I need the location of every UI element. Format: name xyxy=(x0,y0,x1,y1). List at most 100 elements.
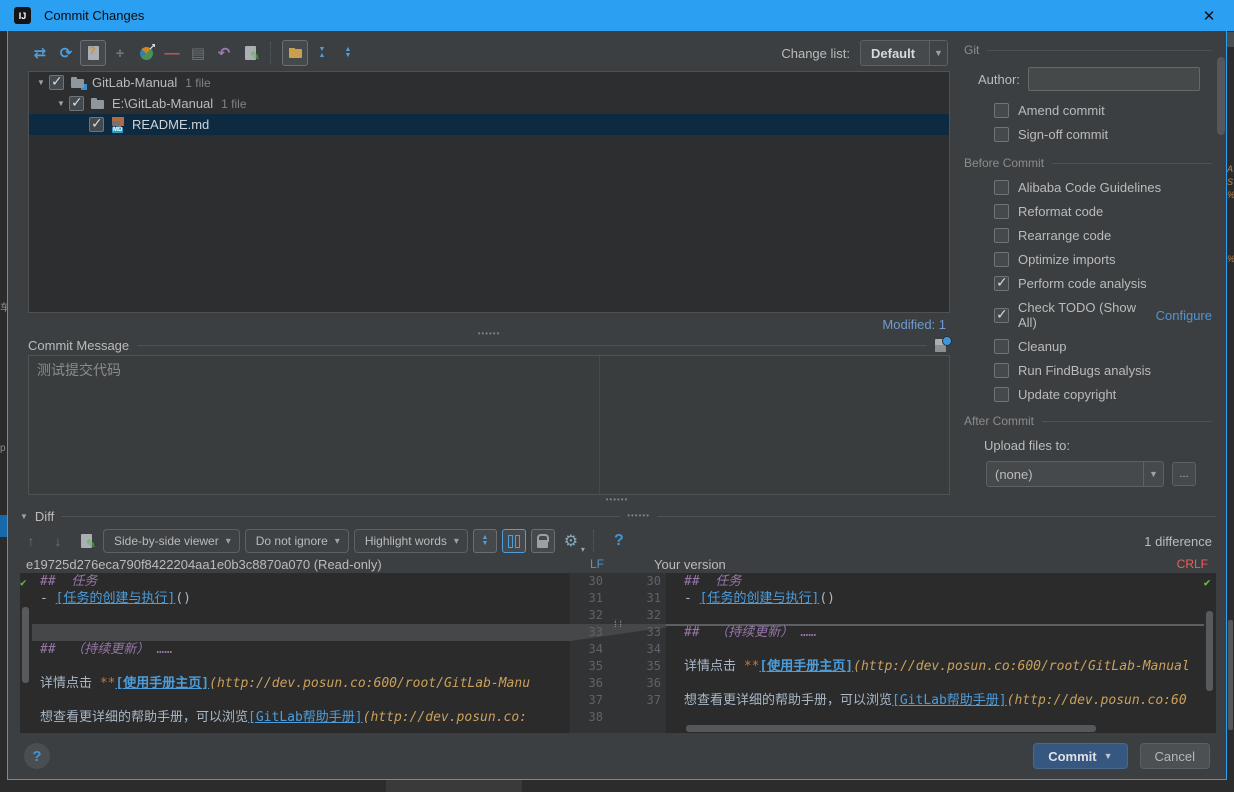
scrollbar-thumb[interactable] xyxy=(1206,611,1213,691)
chevron-down-icon[interactable]: ▼ xyxy=(1143,462,1163,486)
option-checkbox[interactable] xyxy=(994,127,1009,142)
viewer-mode-dropdown[interactable]: Side-by-side viewer xyxy=(103,529,240,553)
option-checkbox[interactable] xyxy=(994,276,1009,291)
lock-icon[interactable] xyxy=(531,529,555,553)
collapse-arrow-icon[interactable]: ▼ xyxy=(20,512,28,521)
left-diff-pane[interactable]: ## 任务- [任务的创建与执行]()## （持续更新） ……详情点击 **[使… xyxy=(32,573,570,733)
before-commit-options: Alibaba Code GuidelinesReformat codeRear… xyxy=(994,180,1212,402)
option-checkbox[interactable] xyxy=(994,180,1009,195)
tree-row[interactable]: GitLab-Manual1 file xyxy=(29,72,949,93)
horizontal-scrollbar[interactable] xyxy=(686,725,1096,732)
tree-item-label: GitLab-Manual xyxy=(92,75,177,90)
chevron-down-icon[interactable]: ▼ xyxy=(929,41,947,65)
commit-button[interactable]: Commit ▼ xyxy=(1033,743,1127,769)
diff-section-header[interactable]: ▼ Diff •••••• xyxy=(20,505,1216,527)
tree-item-label: README.md xyxy=(132,117,209,132)
jump-to-source-icon[interactable] xyxy=(74,529,98,553)
commit-history-icon[interactable] xyxy=(935,338,950,353)
option-checkbox[interactable] xyxy=(994,339,1009,354)
collapse-unchanged-icon[interactable] xyxy=(473,529,497,553)
option-label: Amend commit xyxy=(1018,103,1105,118)
code-segment: (http://dev.posun.co:600/root/GitLab-Man… xyxy=(853,659,1190,674)
expand-all-icon[interactable] xyxy=(310,41,334,65)
line-number: 31 xyxy=(570,590,608,607)
option-checkbox[interactable] xyxy=(994,363,1009,378)
settings-gear-icon[interactable] xyxy=(560,530,582,552)
diff-splitter[interactable]: •••••• xyxy=(8,495,1226,505)
upload-target-value: (none) xyxy=(987,467,1143,482)
edit-source-icon[interactable] xyxy=(238,41,262,65)
diff-gutter: 303132333435363738 3031323334353637 ⁞⁞ xyxy=(570,573,666,733)
browse-button[interactable]: ... xyxy=(1172,462,1196,486)
background-text-fragment: % xyxy=(1227,254,1234,264)
option-checkbox[interactable] xyxy=(994,103,1009,118)
tree-row[interactable]: README.md xyxy=(29,114,949,135)
option-checkbox[interactable] xyxy=(994,308,1009,323)
previous-difference-icon[interactable] xyxy=(20,530,42,552)
option-row: Rearrange code xyxy=(994,228,1212,243)
git-options: Amend commitSign-off commit xyxy=(994,103,1212,142)
option-checkbox[interactable] xyxy=(994,252,1009,267)
changelist-dropdown[interactable]: Default ▼ xyxy=(860,40,948,66)
collapse-all-icon[interactable] xyxy=(336,41,360,65)
expander-arrow-icon[interactable] xyxy=(53,99,69,108)
help-icon[interactable] xyxy=(608,530,630,552)
row-checkbox[interactable] xyxy=(69,96,84,111)
option-checkbox[interactable] xyxy=(994,228,1009,243)
commit-button-label: Commit xyxy=(1048,749,1096,764)
show-unversioned-files-icon[interactable] xyxy=(80,40,106,66)
option-checkbox[interactable] xyxy=(994,387,1009,402)
scrollbar-thumb[interactable] xyxy=(22,607,29,683)
side-by-side-viewer-icon[interactable] xyxy=(502,529,526,553)
close-icon[interactable]: ✕ xyxy=(1198,7,1220,25)
row-checkbox[interactable] xyxy=(89,117,104,132)
expander-arrow-icon[interactable] xyxy=(33,78,49,87)
line-number: 36 xyxy=(570,675,608,692)
code-segment: [使用手册主页] xyxy=(115,676,209,691)
move-to-another-changelist-icon[interactable] xyxy=(134,41,158,65)
option-checkbox[interactable] xyxy=(994,204,1009,219)
gutter-drag-handle[interactable]: ⁞⁞ xyxy=(613,623,624,627)
code-segment: (http://dev.posun.co:60 xyxy=(1007,693,1187,708)
right-pane-scrollbar[interactable] xyxy=(1204,573,1216,733)
diff-line: ## 任务 xyxy=(666,573,1204,590)
cancel-button[interactable]: Cancel xyxy=(1140,743,1210,769)
splitter-handle[interactable]: •••••• xyxy=(627,513,650,519)
changelist-label: Change list: xyxy=(781,46,850,61)
refresh-changes-icon[interactable]: ⟳ xyxy=(54,41,78,65)
author-input[interactable] xyxy=(1028,67,1200,91)
diff-line: ## （持续更新） …… xyxy=(666,624,1204,641)
line-number: 33 xyxy=(570,624,608,641)
options-scrollbar[interactable] xyxy=(1217,57,1225,135)
line-number: 35 xyxy=(628,658,666,675)
commit-message-input[interactable]: 测试提交代码 xyxy=(28,355,950,495)
line-number: 31 xyxy=(628,590,666,607)
revert-icon[interactable]: ↶ xyxy=(212,41,236,65)
option-row: Check TODO (Show All) Configure xyxy=(994,300,1212,330)
line-number: 37 xyxy=(570,692,608,709)
code-segment: ## 任务 xyxy=(684,574,741,589)
code-segment: 详情点击 xyxy=(684,659,744,674)
row-checkbox[interactable] xyxy=(49,75,64,90)
option-label: Optimize imports xyxy=(1018,252,1116,267)
set-active-changelist-icon[interactable]: ▤ xyxy=(186,41,210,65)
option-label: Check TODO (Show All) xyxy=(1018,300,1143,330)
left-pane-scrollbar[interactable] xyxy=(20,573,32,733)
help-button[interactable]: ? xyxy=(24,743,50,769)
splitter-handle[interactable]: •••••• xyxy=(478,331,501,337)
show-diff-icon[interactable]: ⇄ xyxy=(28,41,52,65)
upload-target-dropdown[interactable]: (none) ▼ xyxy=(986,461,1164,487)
highlight-mode-dropdown[interactable]: Highlight words xyxy=(354,529,468,553)
tree-row[interactable]: E:\GitLab-Manual1 file xyxy=(29,93,949,114)
group-by-directory-icon[interactable] xyxy=(282,40,308,66)
next-difference-icon[interactable] xyxy=(47,530,69,552)
option-label: Run FindBugs analysis xyxy=(1018,363,1151,378)
diff-line: 详情点击 **[使用手册主页](http://dev.posun.co:600/… xyxy=(666,658,1204,675)
line-number: 34 xyxy=(628,641,666,658)
delete-changelist-icon[interactable]: — xyxy=(160,41,184,65)
ignore-mode-dropdown[interactable]: Do not ignore xyxy=(245,529,349,553)
right-diff-pane[interactable]: ## 任务- [任务的创建与执行]()## （持续更新） ……详情点击 **[使… xyxy=(666,573,1204,733)
code-segment: - xyxy=(40,591,56,606)
configure-link[interactable]: Configure xyxy=(1156,308,1212,323)
add-to-vcs-icon[interactable]: + xyxy=(108,41,132,65)
